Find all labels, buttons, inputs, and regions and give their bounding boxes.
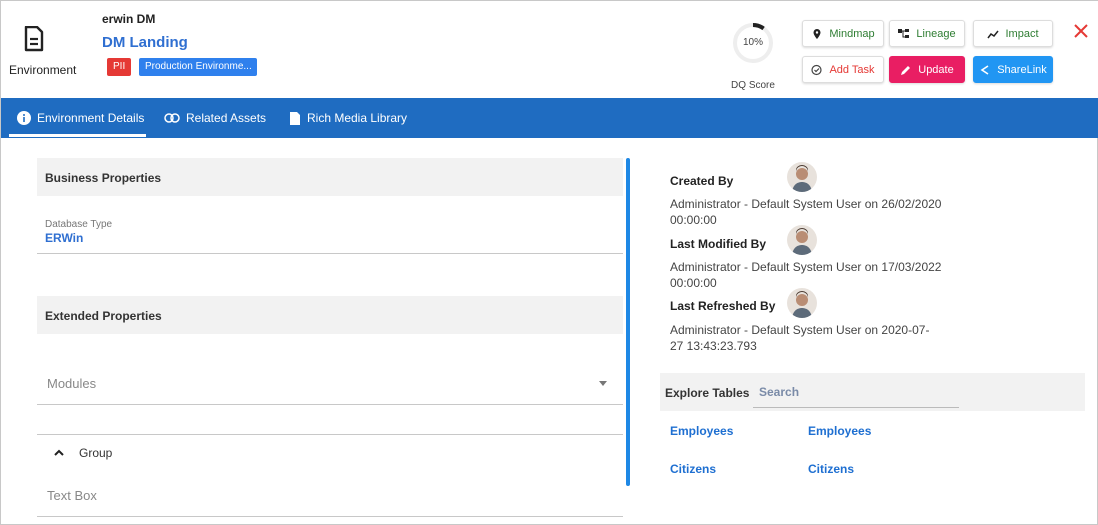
tab-label: Environment Details	[37, 111, 145, 125]
business-properties-heading: Business Properties	[37, 158, 623, 196]
modules-underline	[37, 404, 623, 405]
last-modified-text: Administrator - Default System User on 1…	[670, 260, 942, 290]
file-icon	[290, 111, 300, 125]
text-box-field[interactable]: Text Box	[47, 488, 97, 503]
table-link[interactable]: Citizens	[808, 462, 854, 476]
chevron-up-icon[interactable]	[53, 447, 65, 459]
update-label: Update	[918, 63, 954, 76]
asset-header: erwin DM DM Landing Environment PII Prod…	[1, 1, 1098, 98]
impact-button[interactable]: Impact	[973, 20, 1053, 47]
add-task-label: Add Task	[829, 63, 875, 76]
lineage-label: Lineage	[916, 27, 956, 40]
search-underline	[753, 407, 959, 408]
tab-environment-details[interactable]: Environment Details	[17, 98, 144, 138]
last-refreshed-text: Administrator - Default System User on 2…	[670, 323, 930, 353]
object-type-label: Environment	[9, 63, 77, 77]
explore-tables-heading: Explore Tables	[665, 386, 750, 400]
tab-rich-media-library[interactable]: Rich Media Library	[289, 98, 407, 138]
map-pin-icon	[813, 28, 821, 39]
created-by-text: Administrator - Default System User on 2…	[670, 197, 942, 227]
dq-score-value: 10%	[742, 37, 763, 48]
share-icon	[980, 64, 989, 75]
tab-label: Related Assets	[186, 111, 267, 125]
lineage-icon	[898, 28, 910, 38]
modules-select[interactable]: Modules	[47, 376, 96, 391]
dropdown-arrow-icon[interactable]	[599, 381, 607, 386]
close-icon[interactable]	[1073, 23, 1089, 39]
update-button[interactable]: Update	[889, 56, 965, 83]
group-label[interactable]: Group	[79, 446, 112, 460]
search-input[interactable]: Search	[759, 385, 799, 399]
pencil-icon	[901, 65, 911, 75]
table-link[interactable]: Employees	[808, 424, 871, 438]
link-icon	[164, 113, 180, 123]
last-refreshed-label: Last Refreshed By	[670, 299, 776, 313]
table-link[interactable]: Citizens	[670, 462, 716, 476]
environment-tag[interactable]: Production Environme...	[139, 58, 257, 76]
created-by-label: Created By	[670, 174, 734, 188]
avatar	[787, 162, 817, 192]
table-link[interactable]: Employees	[670, 424, 733, 438]
sharelink-button[interactable]: ShareLink	[973, 56, 1053, 83]
lineage-button[interactable]: Lineage	[889, 20, 965, 47]
tab-label: Rich Media Library	[307, 111, 408, 125]
database-type-value[interactable]: ERWin	[45, 231, 83, 245]
extended-properties-heading: Extended Properties	[37, 296, 623, 334]
pii-tag[interactable]: PII	[107, 58, 132, 76]
mindmap-button[interactable]: Mindmap	[802, 20, 884, 47]
last-modified-label: Last Modified By	[670, 237, 767, 251]
document-icon	[24, 26, 44, 52]
avatar	[787, 288, 817, 318]
app-frame: erwin DM DM Landing Environment PII Prod…	[0, 0, 1098, 525]
mindmap-label: Mindmap	[829, 27, 875, 40]
avatar	[787, 225, 817, 255]
panel-divider	[626, 158, 630, 486]
asset-supertitle: erwin DM	[102, 12, 156, 26]
database-type-underline	[37, 253, 623, 254]
add-task-button[interactable]: Add Task	[802, 56, 884, 83]
info-icon	[17, 111, 31, 125]
add-task-icon	[811, 64, 823, 75]
database-type-label: Database Type	[45, 219, 113, 230]
sharelink-label: ShareLink	[997, 63, 1047, 76]
tab-related-assets[interactable]: Related Assets	[164, 98, 266, 138]
impact-icon	[987, 30, 1000, 38]
text-box-underline	[37, 516, 623, 517]
dq-score-label: DQ Score	[731, 80, 775, 91]
active-tab-indicator	[9, 134, 146, 137]
impact-label: Impact	[1005, 27, 1039, 40]
asset-title: DM Landing	[102, 34, 188, 51]
tab-bar: Environment Details Related Assets Rich …	[1, 98, 1098, 138]
section-divider	[37, 434, 623, 435]
